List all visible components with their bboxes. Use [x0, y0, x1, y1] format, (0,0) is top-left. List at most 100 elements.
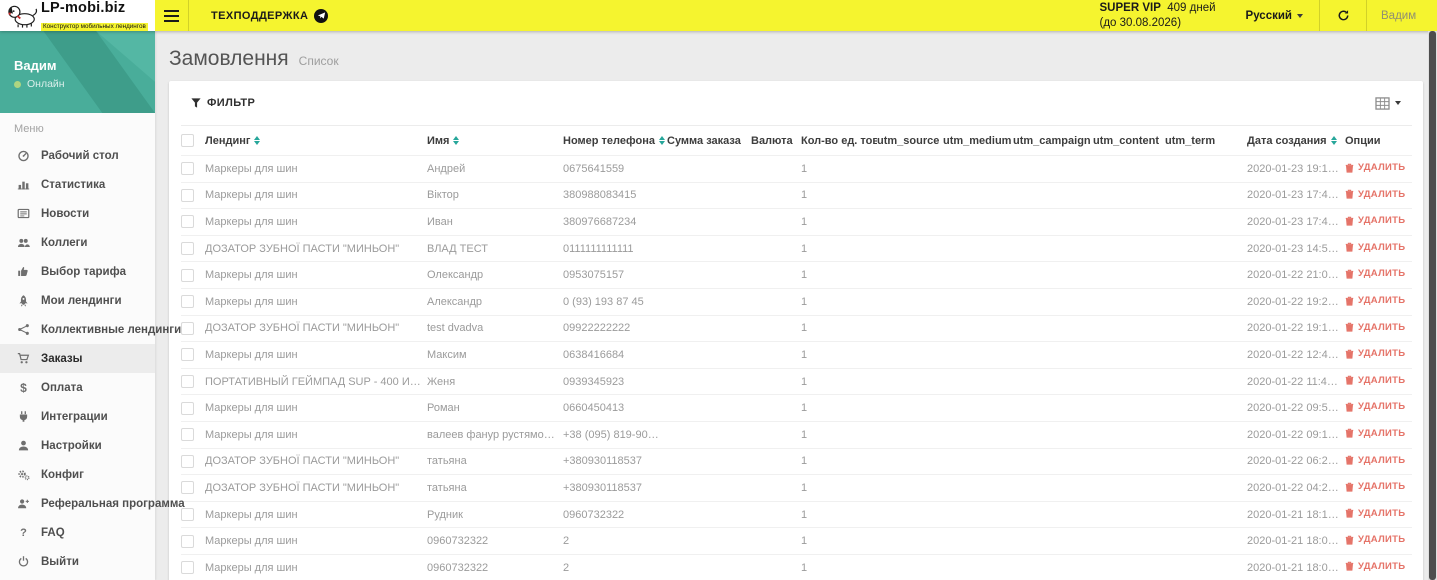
row-checkbox[interactable] [181, 295, 194, 309]
sidebar-item-faq[interactable]: ? FAQ [0, 518, 155, 547]
filter-button[interactable]: ФИЛЬТР [191, 97, 255, 109]
table-grid-icon [1375, 96, 1390, 110]
row-checkbox[interactable] [181, 534, 194, 548]
sidebar-item-orders[interactable]: Заказы [0, 344, 155, 373]
cell-phone: 0953075157 [563, 261, 667, 289]
dashboard-icon [15, 149, 32, 162]
row-checkbox[interactable] [181, 188, 194, 202]
cell-name: татьяна [427, 447, 563, 475]
row-checkbox[interactable] [181, 481, 194, 495]
row-checkbox[interactable] [181, 268, 194, 282]
sidebar-item-tariff[interactable]: Выбор тарифа [0, 257, 155, 286]
sidebar-item-logout[interactable]: Выйти [0, 547, 155, 576]
delete-button[interactable]: УДАЛИТЬ [1345, 162, 1405, 173]
column-header: utm_term [1165, 125, 1247, 156]
delete-button[interactable]: УДАЛИТЬ [1345, 481, 1405, 492]
logo[interactable]: LP-mobi.biz Конструктор мобильных лендин… [0, 0, 155, 31]
row-checkbox[interactable] [181, 321, 194, 335]
cell-phone: +380930118537 [563, 447, 667, 475]
row-checkbox[interactable] [181, 348, 194, 362]
table-row: Маркеры для шин Андрей 0675641559 1 2020… [181, 155, 1412, 183]
sidebar-item-integrations[interactable]: Интеграции [0, 402, 155, 431]
sidebar-item-config[interactable]: Конфиг [0, 460, 155, 489]
column-header[interactable]: Дата создания [1247, 125, 1345, 156]
delete-button[interactable]: УДАЛИТЬ [1345, 215, 1405, 226]
delete-button[interactable]: УДАЛИТЬ [1345, 242, 1405, 253]
cell-currency [751, 553, 801, 580]
sidebar-item-colleagues[interactable]: Коллеги [0, 228, 155, 257]
cell-utm-term [1165, 208, 1247, 236]
row-checkbox[interactable] [181, 242, 194, 256]
column-header[interactable]: Лендинг [205, 125, 427, 156]
delete-button[interactable]: УДАЛИТЬ [1345, 401, 1405, 412]
select-all-header [181, 125, 205, 156]
column-header[interactable]: Имя [427, 125, 563, 156]
sidebar-item-statistics[interactable]: Статистика [0, 170, 155, 199]
sidebar-item-news[interactable]: Новости [0, 199, 155, 228]
chevron-down-icon [1297, 13, 1303, 18]
cell-utm-content [1093, 394, 1165, 422]
delete-button[interactable]: УДАЛИТЬ [1345, 508, 1405, 519]
cell-name: ВЛАД ТЕСТ [427, 234, 563, 262]
sidebar-item-settings[interactable]: Настройки [0, 431, 155, 460]
refresh-button[interactable] [1320, 0, 1366, 31]
delete-button[interactable]: УДАЛИТЬ [1345, 428, 1405, 439]
delete-button[interactable]: УДАЛИТЬ [1345, 534, 1405, 545]
support-button[interactable]: ТЕХПОДДЕРЖКА [189, 0, 346, 31]
scrollbar-thumb[interactable] [1429, 31, 1436, 580]
cell-options: УДАЛИТЬ [1345, 341, 1412, 369]
table-row: ДОЗАТОР ЗУБНОЇ ПАСТИ "МИНЬОН" татьяна +3… [181, 447, 1412, 475]
delete-button[interactable]: УДАЛИТЬ [1345, 455, 1405, 466]
sidebar-item-referral[interactable]: Реферальная программа [0, 489, 185, 518]
language-selector[interactable]: Русский [1230, 0, 1319, 31]
cell-landing: Маркеры для шин [205, 287, 427, 316]
column-header[interactable]: Номер телефона [563, 125, 667, 156]
delete-button[interactable]: УДАЛИТЬ [1345, 348, 1405, 359]
sidebar-item-dashboard[interactable]: Рабочий стол [0, 141, 155, 170]
cell-utm-campaign [1013, 527, 1093, 555]
select-all-checkbox[interactable] [181, 134, 194, 147]
question-icon: ? [20, 526, 27, 539]
row-checkbox[interactable] [181, 428, 194, 442]
chevron-down-icon [1395, 101, 1401, 105]
scrollbar-track [1428, 31, 1437, 580]
row-checkbox[interactable] [181, 454, 194, 468]
cell-order-sum [667, 367, 751, 395]
trash-icon [1345, 163, 1354, 173]
row-checkbox[interactable] [181, 162, 194, 176]
delete-button[interactable]: УДАЛИТЬ [1345, 268, 1405, 279]
delete-button[interactable]: УДАЛИТЬ [1345, 561, 1405, 572]
row-checkbox[interactable] [181, 508, 194, 522]
cell-qty: 1 [801, 234, 877, 262]
cell-utm-campaign [1013, 553, 1093, 580]
cell-utm-source [877, 553, 943, 580]
cell-utm-content [1093, 314, 1165, 342]
user-menu[interactable]: Вадим [1367, 0, 1437, 31]
row-checkbox[interactable] [181, 401, 194, 415]
plan-days: 409 дней [1167, 2, 1216, 15]
cell-utm-medium [943, 553, 1013, 580]
cell-options: УДАЛИТЬ [1345, 208, 1412, 236]
delete-button[interactable]: УДАЛИТЬ [1345, 375, 1405, 386]
cell-utm-campaign [1013, 394, 1093, 422]
sidebar-item-my-landings[interactable]: Мои лендинги [0, 286, 155, 315]
sidebar-item-collective-landings[interactable]: Коллективные лендинги [0, 315, 181, 344]
thumbs-up-icon [15, 265, 32, 278]
cell-utm-campaign [1013, 155, 1093, 183]
delete-button[interactable]: УДАЛИТЬ [1345, 295, 1405, 306]
row-checkbox[interactable] [181, 561, 194, 575]
row-checkbox[interactable] [181, 215, 194, 229]
column-visibility-button[interactable] [1369, 93, 1407, 114]
user-plus-icon [15, 497, 32, 510]
cell-created: 2020-01-22 19:21:58 [1247, 287, 1345, 316]
delete-button[interactable]: УДАЛИТЬ [1345, 189, 1405, 200]
hamburger-menu-icon[interactable] [155, 0, 188, 31]
row-checkbox[interactable] [181, 375, 194, 389]
cell-created: 2020-01-22 09:52:15 [1247, 394, 1345, 422]
sidebar-item-payment[interactable]: $ Оплата [0, 373, 155, 402]
delete-button[interactable]: УДАЛИТЬ [1345, 322, 1405, 333]
cell-order-sum [667, 447, 751, 475]
cell-utm-campaign [1013, 500, 1093, 528]
cell-options: УДАЛИТЬ [1345, 234, 1412, 262]
column-header: Кол-во ед. товара [801, 125, 877, 156]
